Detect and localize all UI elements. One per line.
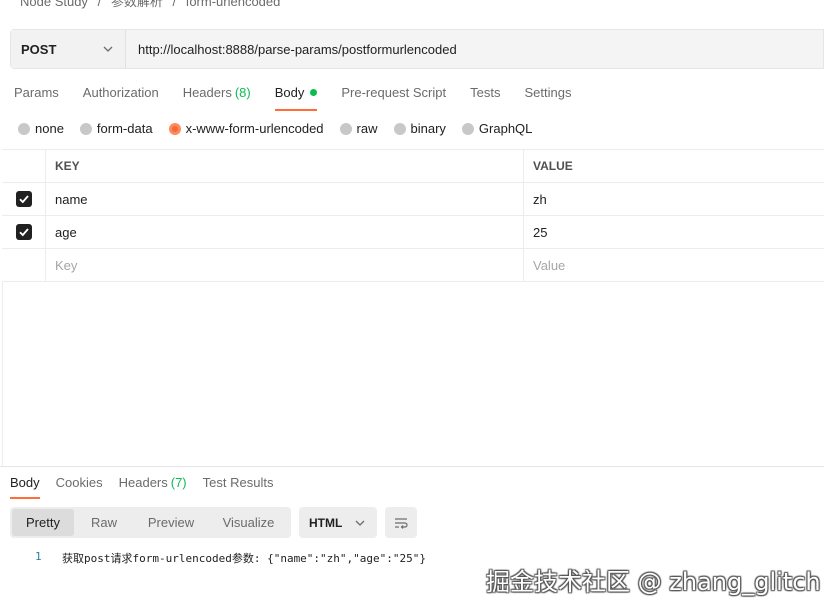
checkmark-icon bbox=[18, 228, 29, 237]
body-type-x-www-form-urlencoded[interactable]: x-www-form-urlencoded bbox=[168, 121, 324, 136]
line-number: 1 bbox=[35, 550, 42, 563]
checkmark-icon bbox=[18, 195, 29, 204]
panel-edge bbox=[2, 282, 3, 466]
tab-label: Settings bbox=[524, 85, 572, 100]
column-header-value: VALUE bbox=[533, 159, 573, 173]
radio-label: GraphQL bbox=[478, 121, 533, 136]
request-url-bar: POST http://localhost:8888/parse-params/… bbox=[10, 29, 824, 69]
radio-label: form-data bbox=[96, 121, 153, 136]
header-check-cell bbox=[2, 150, 46, 182]
tab-settings[interactable]: Settings bbox=[524, 84, 571, 106]
wrap-lines-icon bbox=[395, 517, 408, 529]
wrap-lines-button[interactable] bbox=[385, 507, 417, 538]
url-input[interactable]: http://localhost:8888/parse-params/postf… bbox=[126, 30, 823, 68]
headers-count-badge: (8) bbox=[234, 85, 251, 100]
table-row-empty: Key Value bbox=[2, 249, 824, 282]
body-type-radio-group: none form-data x-www-form-urlencoded raw… bbox=[18, 121, 548, 136]
radio-icon bbox=[339, 122, 352, 135]
format-label: HTML bbox=[309, 515, 343, 530]
radio-icon bbox=[461, 122, 474, 135]
key-placeholder-input[interactable]: Key bbox=[46, 249, 524, 281]
value-cell[interactable]: zh bbox=[524, 183, 824, 215]
tab-label: Headers bbox=[118, 475, 168, 490]
row-check-cell bbox=[2, 216, 46, 248]
view-preview-button[interactable]: Preview bbox=[134, 509, 208, 536]
body-active-dot-icon bbox=[310, 89, 318, 96]
tab-label: Test Results bbox=[202, 475, 274, 490]
key-value-table: KEY VALUE name zh age 25 Key Value bbox=[2, 149, 824, 282]
body-type-raw[interactable]: raw bbox=[339, 121, 378, 136]
view-mode-toggle: Pretty Raw Preview Visualize bbox=[10, 507, 291, 538]
radio-label: x-www-form-urlencoded bbox=[185, 121, 324, 136]
breadcrumb-separator: / bbox=[97, 0, 102, 9]
breadcrumb-folder[interactable]: 参数解析 bbox=[111, 0, 163, 9]
response-tab-body[interactable]: Body bbox=[10, 475, 40, 499]
response-tab-cookies[interactable]: Cookies bbox=[56, 475, 103, 491]
tab-label: Headers bbox=[182, 85, 232, 100]
row-check-cell bbox=[2, 183, 46, 215]
headers-count-badge: (7) bbox=[170, 475, 187, 490]
breadcrumb-collection[interactable]: Node Study bbox=[20, 0, 88, 9]
body-type-none[interactable]: none bbox=[18, 121, 64, 136]
value-cell[interactable]: 25 bbox=[524, 216, 824, 248]
tab-label: Cookies bbox=[55, 475, 103, 490]
breadcrumb-separator: / bbox=[172, 0, 177, 9]
format-select[interactable]: HTML bbox=[299, 507, 377, 538]
tab-params[interactable]: Params bbox=[14, 84, 59, 106]
radio-label: raw bbox=[356, 121, 378, 136]
radio-label: binary bbox=[410, 121, 446, 136]
response-tab-headers[interactable]: Headers (7) bbox=[119, 475, 187, 491]
breadcrumb: Node Study / 参数解析 / form-urlencoded bbox=[20, 0, 286, 9]
view-pretty-button[interactable]: Pretty bbox=[12, 509, 74, 536]
row-check-cell bbox=[2, 249, 46, 281]
table-row: age 25 bbox=[2, 216, 824, 249]
response-body-line: 1 获取post请求form-urlencoded参数: {"name":"zh… bbox=[35, 550, 426, 566]
table-row: name zh bbox=[2, 183, 824, 216]
checkbox-checked[interactable] bbox=[15, 191, 32, 207]
response-text: 获取post请求form-urlencoded参数: {"name":"zh",… bbox=[62, 552, 427, 565]
view-visualize-button[interactable]: Visualize bbox=[208, 509, 289, 536]
tab-label: Body bbox=[10, 475, 40, 490]
column-header-key: KEY bbox=[46, 150, 524, 182]
tab-headers[interactable]: Headers (8) bbox=[183, 84, 251, 106]
chevron-down-icon bbox=[101, 42, 115, 56]
key-cell[interactable]: age bbox=[46, 216, 524, 248]
tab-label: Pre-request Script bbox=[341, 85, 447, 100]
body-type-graphql[interactable]: GraphQL bbox=[461, 121, 533, 136]
chevron-down-icon bbox=[353, 516, 367, 530]
method-label: POST bbox=[21, 41, 57, 57]
response-tabs: Body Cookies Headers (7) Test Results bbox=[10, 475, 289, 499]
pane-divider[interactable] bbox=[0, 466, 824, 467]
key-cell[interactable]: name bbox=[46, 183, 524, 215]
checkbox-checked[interactable] bbox=[15, 224, 32, 240]
tab-body[interactable]: Body bbox=[274, 84, 318, 111]
body-type-binary[interactable]: binary bbox=[393, 121, 446, 136]
tab-label: Tests bbox=[470, 85, 501, 100]
value-placeholder-input[interactable]: Value bbox=[524, 249, 824, 281]
tab-authorization[interactable]: Authorization bbox=[83, 84, 159, 106]
tab-label: Authorization bbox=[82, 85, 159, 100]
request-tabs: Params Authorization Headers (8) Body Pre… bbox=[14, 84, 595, 111]
body-type-form-data[interactable]: form-data bbox=[79, 121, 153, 136]
tab-label: Body bbox=[274, 85, 305, 100]
response-tab-test-results[interactable]: Test Results bbox=[203, 475, 274, 491]
radio-icon bbox=[18, 122, 30, 135]
radio-selected-icon bbox=[168, 122, 181, 135]
tab-label: Params bbox=[14, 85, 59, 100]
method-select[interactable]: POST bbox=[11, 30, 126, 68]
watermark: 掘金技术社区 @ zhang_glitch bbox=[486, 568, 821, 596]
table-header-row: KEY VALUE bbox=[2, 150, 824, 183]
radio-icon bbox=[79, 122, 92, 135]
tab-pre-request-script[interactable]: Pre-request Script bbox=[341, 84, 446, 106]
tab-tests[interactable]: Tests bbox=[470, 84, 500, 106]
view-raw-button[interactable]: Raw bbox=[74, 509, 134, 536]
radio-label: none bbox=[35, 121, 64, 136]
breadcrumb-request[interactable]: form-urlencoded bbox=[186, 0, 281, 9]
radio-icon bbox=[393, 122, 406, 135]
